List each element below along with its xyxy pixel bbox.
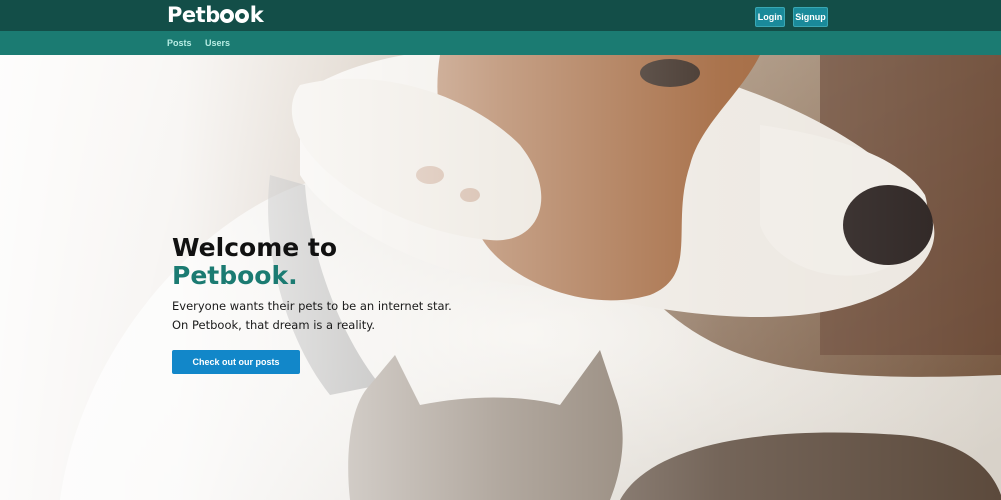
paw-icon: [235, 9, 250, 23]
signup-button[interactable]: Signup: [793, 7, 828, 27]
logo-letter-k: k: [249, 3, 264, 27]
logo-letter-p: P: [167, 3, 182, 27]
hero-tagline: Everyone wants their pets to be an inter…: [172, 299, 452, 332]
nav-link-posts[interactable]: Posts: [167, 37, 192, 49]
hero-title-line1: Welcome to: [172, 233, 338, 262]
top-bar: P etb k Login Signup: [0, 0, 1001, 31]
hero-title-brand: Petbook.: [172, 261, 298, 290]
paw-icon: [220, 9, 235, 23]
hero-title: Welcome to Petbook.: [172, 234, 502, 290]
secondary-nav: Posts Users: [0, 31, 1001, 55]
petbook-logo[interactable]: P etb k: [167, 2, 264, 28]
login-button[interactable]: Login: [755, 7, 785, 27]
check-out-posts-button[interactable]: Check out our posts: [172, 350, 300, 374]
logo-letters-etb: etb: [181, 3, 220, 27]
nav-link-users[interactable]: Users: [205, 37, 230, 49]
